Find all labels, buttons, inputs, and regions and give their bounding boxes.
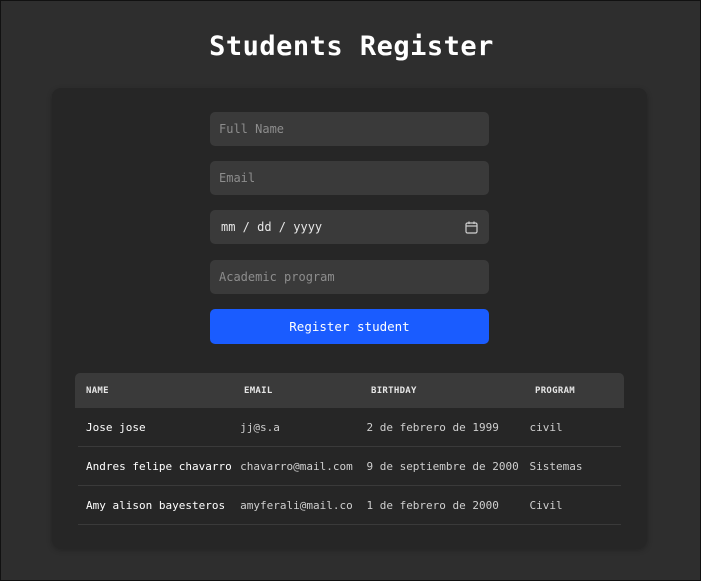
header-name: NAME [86,385,109,396]
page-frame: Students Register mm / dd / yyyy Registe… [0,0,701,581]
page-title: Students Register [209,31,494,62]
header-birthday: BIRTHDAY [371,385,417,396]
header-email: EMAIL [244,385,273,396]
cell-email: jj@s.a [240,420,280,434]
register-student-button[interactable]: Register student [210,309,489,344]
cell-program: Civil [529,498,563,512]
cell-birthday: 2 de febrero de 1999 [366,420,499,434]
cell-program: civil [529,420,563,434]
cell-name: Jose jose [86,420,146,434]
cell-email: chavarro@mail.com [240,459,353,473]
cell-name: Andres felipe chavarro [86,459,232,473]
cell-birthday: 1 de febrero de 2000 [366,498,499,512]
birthday-date-input[interactable]: mm / dd / yyyy [210,210,489,244]
table-row: Jose jose jj@s.a 2 de febrero de 1999 ci… [78,408,621,447]
table-row: Amy alison bayesteros amyferali@mail.co … [78,486,621,525]
cell-program: Sistemas [529,459,583,473]
birthday-date-value: mm / dd / yyyy [221,220,323,234]
calendar-icon[interactable] [465,221,478,234]
header-program: PROGRAM [535,385,576,396]
cell-email: amyferali@mail.co [240,498,353,512]
table-row: Andres felipe chavarro chavarro@mail.com… [78,447,621,486]
cell-birthday: 9 de septiembre de 2000 [366,459,519,473]
students-table: NAME EMAIL BIRTHDAY PROGRAM Jose jose jj… [75,373,624,525]
cell-name: Amy alison bayesteros [86,498,226,512]
table-header: NAME EMAIL BIRTHDAY PROGRAM [75,373,624,408]
register-card: mm / dd / yyyy Register student NAME EMA… [52,88,647,548]
academic-program-input[interactable] [210,260,489,294]
full-name-input[interactable] [210,112,489,146]
email-input[interactable] [210,161,489,195]
